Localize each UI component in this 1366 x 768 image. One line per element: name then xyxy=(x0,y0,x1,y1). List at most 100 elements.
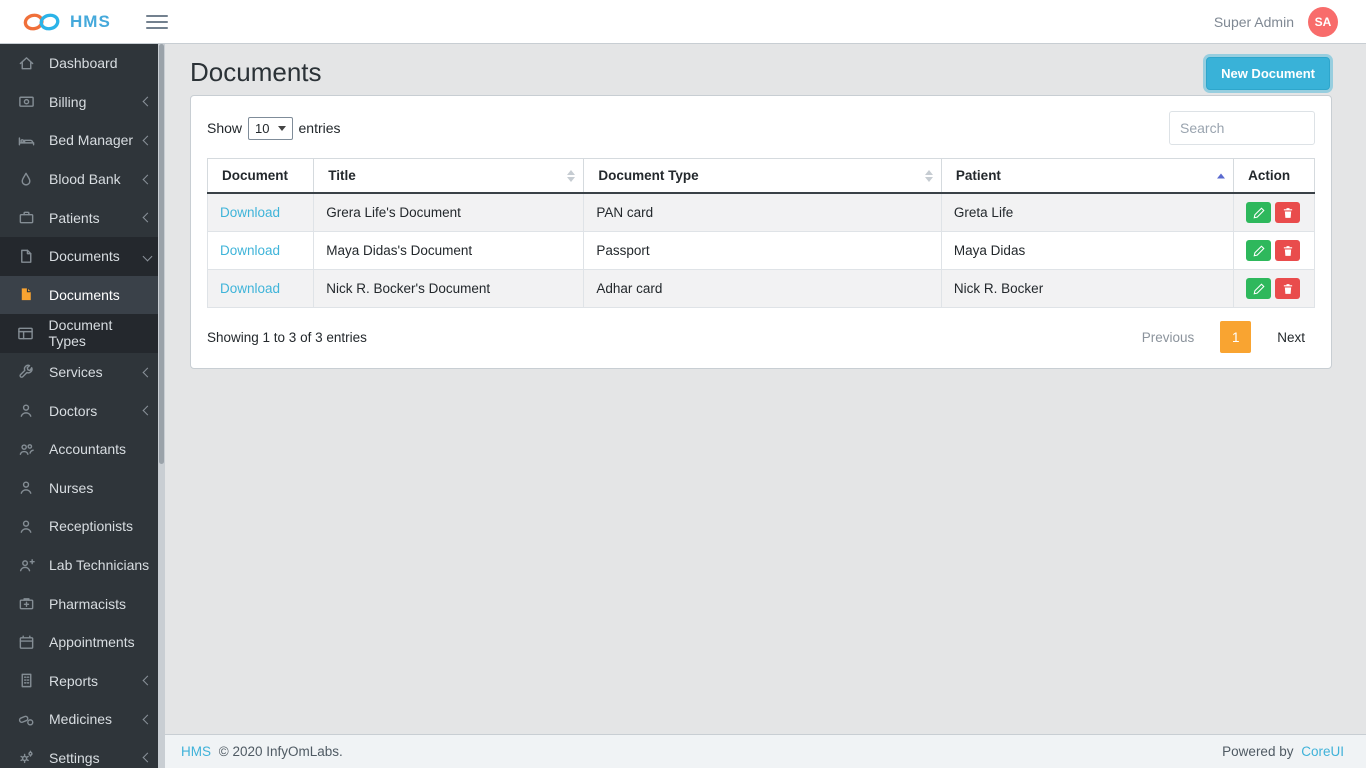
chevron-left-icon xyxy=(143,406,153,416)
delete-button[interactable] xyxy=(1275,202,1300,223)
briefcase-icon xyxy=(16,209,36,226)
delete-button[interactable] xyxy=(1275,278,1300,299)
chevron-left-icon xyxy=(143,753,153,763)
sidebar-item-blood-bank[interactable]: Blood Bank xyxy=(0,160,165,199)
wrench-icon xyxy=(16,364,36,381)
sidebar-item-receptionists[interactable]: Receptionists xyxy=(0,507,165,546)
pencil-icon xyxy=(1253,283,1265,295)
pagination-next[interactable]: Next xyxy=(1267,322,1315,353)
patient-name: Greta Life xyxy=(941,193,1233,232)
table-info: Showing 1 to 3 of 3 entries xyxy=(207,330,367,345)
users-icon xyxy=(16,441,36,458)
trash-icon xyxy=(1282,207,1294,219)
sort-asc-icon xyxy=(1217,173,1225,178)
document-title: Maya Didas's Document xyxy=(314,232,584,270)
gears-icon xyxy=(16,749,36,766)
pencil-icon xyxy=(1253,207,1265,219)
calendar-icon xyxy=(16,634,36,651)
sidebar-item-documents[interactable]: Documents xyxy=(0,276,165,315)
documents-table: Document Title Document Type Patient Act… xyxy=(207,158,1315,308)
pagination-page-1[interactable]: 1 xyxy=(1220,321,1251,353)
table-row: Download Nick R. Bocker's Document Adhar… xyxy=(208,270,1315,308)
col-patient[interactable]: Patient xyxy=(941,159,1233,194)
chevron-left-icon xyxy=(143,714,153,724)
pagination-previous[interactable]: Previous xyxy=(1132,322,1205,353)
sidebar-item-billing[interactable]: Billing xyxy=(0,83,165,122)
download-link[interactable]: Download xyxy=(220,205,280,220)
app-footer: HMS © 2020 InfyOmLabs. Powered by CoreUI xyxy=(165,734,1366,768)
sidebar-item-accountants[interactable]: Accountants xyxy=(0,430,165,469)
infinity-logo-icon xyxy=(22,11,62,33)
brand-name: HMS xyxy=(70,12,111,32)
sidebar-toggle-icon[interactable] xyxy=(146,15,168,29)
user-icon xyxy=(16,518,36,535)
file-orange-icon xyxy=(16,286,36,303)
sidebar-item-medicines[interactable]: Medicines xyxy=(0,700,165,739)
download-link[interactable]: Download xyxy=(220,243,280,258)
brand-logo[interactable]: HMS xyxy=(22,11,130,33)
sidebar-scrollbar[interactable] xyxy=(158,44,165,768)
table-row: Download Maya Didas's Document Passport … xyxy=(208,232,1315,270)
sidebar-item-nurses[interactable]: Nurses xyxy=(0,469,165,508)
document-title: Grera Life's Document xyxy=(314,193,584,232)
edit-button[interactable] xyxy=(1246,278,1271,299)
new-document-button[interactable]: New Document xyxy=(1206,57,1330,90)
sidebar: Dashboard Billing Bed Manager Blood Bank… xyxy=(0,44,165,768)
sidebar-item-bed-manager[interactable]: Bed Manager xyxy=(0,121,165,160)
sidebar-item-reports[interactable]: Reports xyxy=(0,662,165,701)
patient-name: Nick R. Bocker xyxy=(941,270,1233,308)
document-title: Nick R. Bocker's Document xyxy=(314,270,584,308)
col-title[interactable]: Title xyxy=(314,159,584,194)
download-link[interactable]: Download xyxy=(220,281,280,296)
page-length-select[interactable]: 10 xyxy=(248,117,292,140)
footer-copyright: © 2020 InfyOmLabs. xyxy=(219,744,343,759)
footer-hms-link[interactable]: HMS xyxy=(181,744,211,759)
user-plus-icon xyxy=(16,557,36,574)
file-icon xyxy=(16,248,36,265)
avatar[interactable]: SA xyxy=(1308,7,1338,37)
sidebar-item-pharmacists[interactable]: Pharmacists xyxy=(0,584,165,623)
chevron-left-icon xyxy=(143,174,153,184)
sidebar-item-appointments[interactable]: Appointments xyxy=(0,623,165,662)
document-type: Adhar card xyxy=(584,270,942,308)
table-icon xyxy=(16,325,36,342)
doctor-icon xyxy=(16,402,36,419)
table-row: Download Grera Life's Document PAN card … xyxy=(208,193,1315,232)
footer-coreui-link[interactable]: CoreUI xyxy=(1301,744,1344,759)
delete-button[interactable] xyxy=(1275,240,1300,261)
pills-icon xyxy=(16,711,36,728)
col-action: Action xyxy=(1234,159,1315,194)
chevron-left-icon xyxy=(143,367,153,377)
entries-label: entries xyxy=(299,120,341,136)
user-icon xyxy=(16,479,36,496)
page-title: Documents xyxy=(190,57,1366,88)
sort-both-icon xyxy=(925,170,933,182)
trash-icon xyxy=(1282,245,1294,257)
edit-button[interactable] xyxy=(1246,202,1271,223)
sidebar-item-doctors[interactable]: Doctors xyxy=(0,391,165,430)
col-document-type[interactable]: Document Type xyxy=(584,159,942,194)
sidebar-item-documents-parent[interactable]: Documents xyxy=(0,237,165,276)
pencil-icon xyxy=(1253,245,1265,257)
chevron-down-icon xyxy=(143,251,153,261)
sidebar-item-lab-technicians[interactable]: Lab Technicians xyxy=(0,546,165,585)
sidebar-item-settings[interactable]: Settings xyxy=(0,739,165,768)
sidebar-item-services[interactable]: Services xyxy=(0,353,165,392)
patient-name: Maya Didas xyxy=(941,232,1233,270)
chevron-left-icon xyxy=(143,136,153,146)
main-content: Documents New Document Show 10 entries D… xyxy=(165,44,1366,768)
user-name: Super Admin xyxy=(1214,14,1294,30)
entries-length-menu: Show 10 entries xyxy=(207,117,341,140)
col-document[interactable]: Document xyxy=(208,159,314,194)
sidebar-item-document-types[interactable]: Document Types xyxy=(0,314,165,353)
search-input[interactable] xyxy=(1169,111,1315,145)
documents-card: Show 10 entries Document Title Docu xyxy=(190,95,1332,369)
table-header-row: Document Title Document Type Patient Act… xyxy=(208,159,1315,194)
pagination: Previous 1 Next xyxy=(1132,321,1315,353)
edit-button[interactable] xyxy=(1246,240,1271,261)
chevron-left-icon xyxy=(143,97,153,107)
sort-both-icon xyxy=(567,170,575,182)
sidebar-item-dashboard[interactable]: Dashboard xyxy=(0,44,165,83)
sidebar-item-patients[interactable]: Patients xyxy=(0,198,165,237)
document-type: PAN card xyxy=(584,193,942,232)
